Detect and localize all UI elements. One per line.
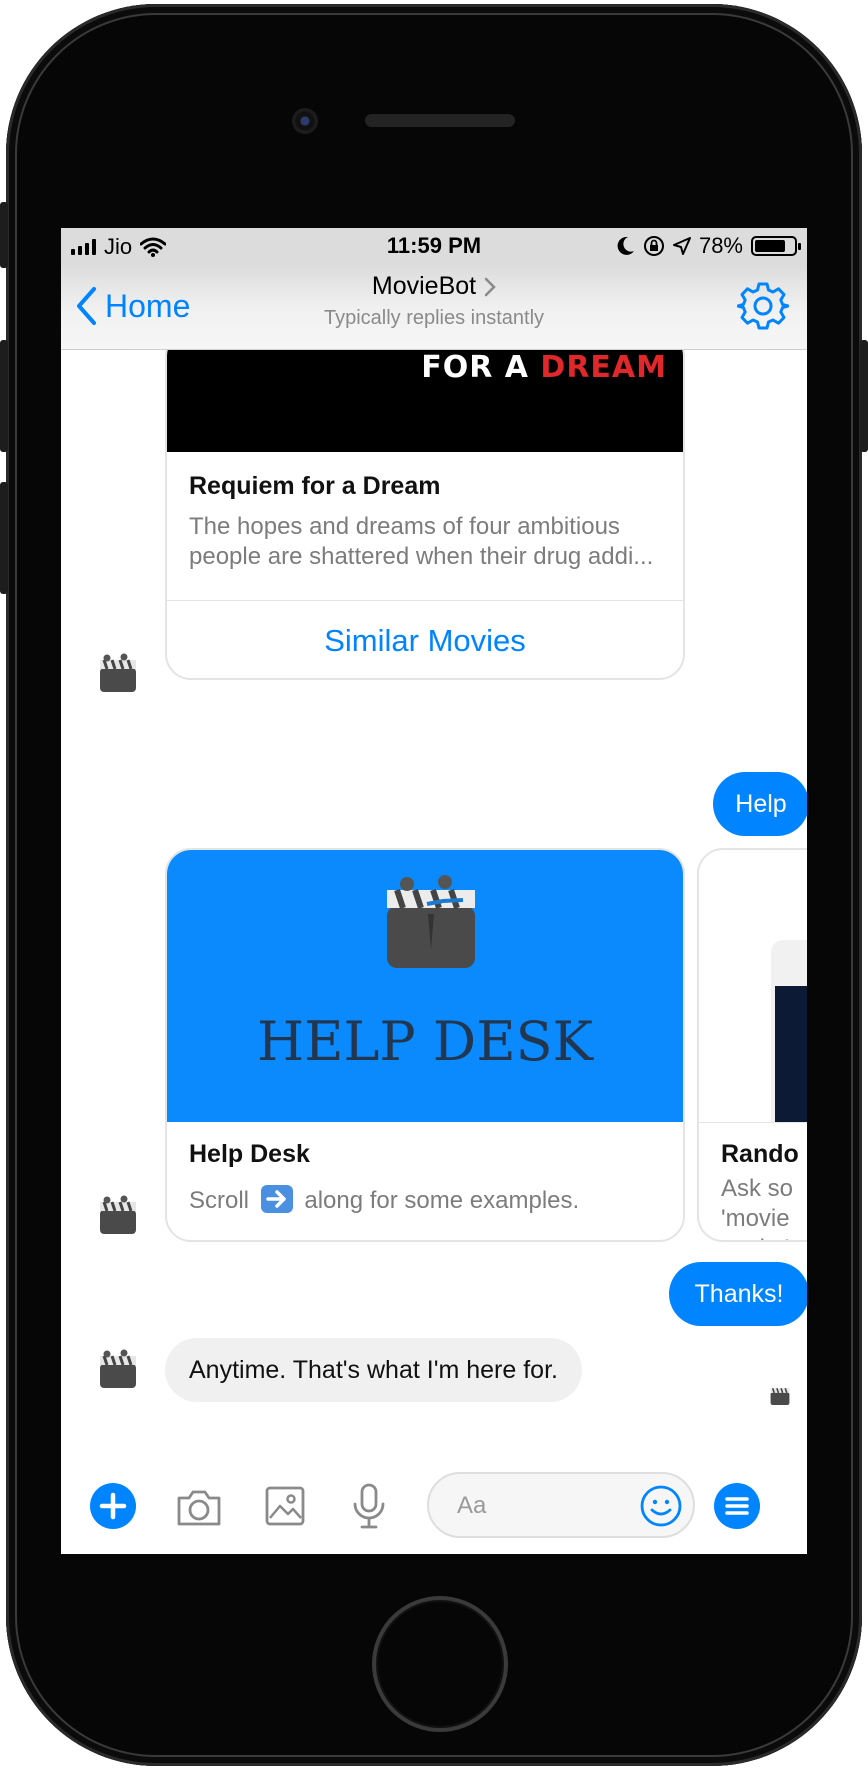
user-message-help: Help [713, 772, 807, 836]
battery-percent: 78% [698, 233, 743, 258]
front-camera [292, 108, 318, 134]
image-icon[interactable] [261, 1482, 309, 1530]
home-button[interactable] [372, 1596, 508, 1732]
volume-up-button [0, 340, 8, 452]
movie-card: FOR A DREAM Requiem for a Dream The hope… [165, 350, 685, 680]
moon-icon [617, 236, 634, 255]
read-receipt-icon [770, 1387, 790, 1405]
poster-text-red: DREAM [540, 350, 667, 385]
camera-icon[interactable] [175, 1482, 223, 1530]
movie-description: The hopes and dreams of four ambitious p… [189, 513, 654, 570]
bot-message-reply: Anytime. That's what I'm here for. [165, 1338, 582, 1402]
help-desk-description-start: Scroll [189, 1187, 250, 1214]
help-desk-title: Help Desk [189, 1140, 310, 1168]
mute-switch [0, 202, 8, 268]
user-message-thanks: Thanks! [669, 1262, 807, 1326]
gear-icon[interactable] [737, 280, 789, 332]
help-desk-description-end: along for some examples. [304, 1187, 580, 1214]
smiley-icon[interactable] [639, 1484, 683, 1528]
similar-movies-button[interactable]: Similar Movies [167, 600, 683, 678]
clapperboard-icon [100, 1349, 136, 1388]
power-button [860, 340, 868, 452]
random-card-hero [699, 850, 807, 1122]
messenger-screen: Jio 11:59 PM 78% Home MovieBot Typically… [61, 228, 807, 1554]
page-subtitle: Typically replies instantly [323, 307, 545, 329]
arrow-right-icon [260, 1185, 293, 1213]
status-bar: Jio 11:59 PM 78% [61, 228, 807, 264]
battery-icon [751, 236, 801, 256]
menu-icon[interactable] [713, 1482, 761, 1530]
help-desk-description: Scroll along for some examples. [189, 1184, 663, 1216]
conversation-header[interactable]: MovieBot Typically replies instantly [61, 272, 807, 330]
navigation-bar: Home MovieBot Typically replies instantl… [61, 264, 807, 350]
help-desk-hero[interactable]: HELP DESK [167, 850, 683, 1122]
clapperboard-icon [387, 875, 475, 968]
plus-circle-icon[interactable] [89, 1482, 137, 1530]
random-card-description: Ask so 'movie works! [721, 1175, 794, 1240]
random-card-title: Rando [721, 1140, 799, 1168]
page-title: MovieBot [371, 272, 477, 300]
status-right: 78% [617, 233, 801, 259]
chevron-right-icon [484, 277, 496, 296]
message-input-placeholder: Aa [457, 1492, 487, 1519]
microphone-icon[interactable] [345, 1482, 393, 1530]
conversation[interactable]: FOR A DREAM Requiem for a Dream The hope… [61, 350, 807, 1456]
poster-text: FOR A [421, 350, 529, 385]
clapperboard-icon [100, 1195, 136, 1234]
random-card-partial[interactable]: Rando Ask so 'movie works! [697, 848, 807, 1242]
movie-title: Requiem for a Dream [189, 472, 441, 500]
message-input[interactable]: Aa [427, 1472, 695, 1538]
movie-poster[interactable]: FOR A DREAM [167, 350, 683, 452]
clapperboard-icon [100, 653, 136, 692]
location-icon [672, 237, 691, 255]
volume-down-button [0, 482, 8, 594]
earpiece-speaker [365, 114, 515, 127]
help-desk-hero-text: HELP DESK [257, 1010, 593, 1073]
help-desk-card: HELP DESK Help Desk Scroll along for som… [165, 848, 685, 1242]
orientation-lock-icon [643, 236, 664, 256]
composer-bar: Aa [61, 1456, 807, 1554]
